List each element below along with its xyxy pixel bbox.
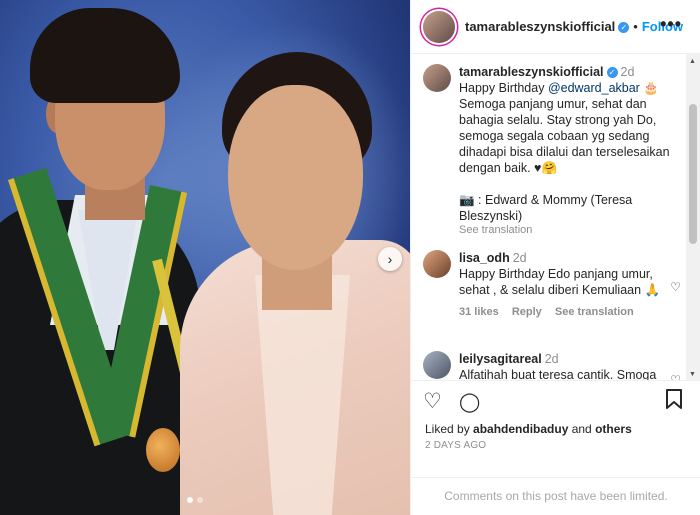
more-options-icon[interactable]: ••• — [660, 14, 682, 35]
author-avatar[interactable] — [423, 10, 455, 43]
comments-limited-notice: Comments on this post have been limited. — [411, 477, 700, 515]
comment-username[interactable]: lisa_odh — [459, 251, 510, 265]
comment-see-translation[interactable]: See translation — [555, 306, 634, 318]
post-photo[interactable]: › — [0, 0, 410, 515]
cake-emoji: 🎂 — [639, 81, 659, 95]
comment-time: 2d — [512, 251, 527, 265]
carousel-dots — [187, 497, 203, 503]
comment-time: 2d — [544, 352, 559, 366]
post-actions: ♡ ◯ — [411, 380, 700, 420]
caption: tamarableszynskiofficial ✓ 2d Happy Birthd… — [423, 64, 681, 236]
caption-mention[interactable]: @edward_akbar — [548, 81, 640, 95]
comment-bubble-icon[interactable]: ◯ — [459, 391, 480, 414]
caption-credit: 📷 : Edward & Mommy (Teresa Bleszynski) — [459, 193, 633, 223]
comment-username[interactable]: leilysagitareal — [459, 352, 542, 366]
verified-badge-icon: ✓ — [618, 22, 630, 33]
medal — [146, 428, 180, 472]
comment-reply-button[interactable]: Reply — [512, 306, 542, 318]
comments-scrollbar[interactable]: ▲ ▼ — [686, 54, 700, 380]
man-hair — [30, 8, 180, 103]
comment-text: Alfatihah buat teresa cantik. Smoga — [459, 368, 657, 380]
caption-avatar[interactable] — [423, 64, 451, 92]
comments-list[interactable]: tamarableszynskiofficial ✓ 2d Happy Birthd… — [411, 54, 687, 380]
comment-avatar[interactable] — [423, 351, 451, 379]
caption-time: 2d — [620, 65, 635, 79]
comment-like-heart-icon[interactable]: ♡ — [670, 373, 681, 380]
comment-likes-count[interactable]: 31 likes — [459, 306, 499, 318]
post-header: tamarableszynskiofficial ✓ • Follow ••• — [411, 0, 700, 54]
comment-item: lisa_odh 2d Happy Birthday Edo panjang um… — [423, 250, 681, 318]
scrollbar-thumb[interactable] — [689, 104, 697, 244]
caption-line1: Happy Birthday — [459, 81, 548, 95]
chevron-right-icon: › — [387, 251, 393, 267]
carousel-dot — [197, 497, 203, 503]
liked-by-prefix: Liked by — [425, 422, 474, 436]
carousel-dot-active — [187, 497, 193, 503]
caption-text: Semoga panjang umur, sehat dan bahagia s… — [459, 97, 670, 175]
woman-face — [228, 85, 363, 270]
comment-avatar[interactable] — [423, 250, 451, 278]
caption-see-translation[interactable]: See translation — [459, 224, 532, 236]
liked-by-and: and — [568, 422, 596, 436]
liked-by: Liked by abahdendibaduy and others — [425, 422, 632, 436]
next-image-button[interactable]: › — [378, 247, 402, 271]
verified-badge-icon: ✓ — [606, 67, 618, 78]
caption-username[interactable]: tamarableszynskiofficial — [459, 65, 604, 79]
author-username[interactable]: tamarableszynskiofficial — [465, 19, 615, 34]
comment-like-heart-icon[interactable]: ♡ — [670, 280, 681, 294]
scroll-up-arrow-icon[interactable]: ▲ — [689, 58, 696, 65]
post-side-panel: tamarableszynskiofficial ✓ • Follow ••• t… — [410, 0, 700, 515]
post-timestamp[interactable]: 2 DAYS AGO — [425, 440, 486, 451]
scroll-down-arrow-icon[interactable]: ▼ — [689, 371, 696, 378]
comment-text: Happy Birthday Edo panjang umur, sehat ,… — [459, 267, 661, 297]
liked-by-others[interactable]: others — [595, 422, 632, 436]
bookmark-icon[interactable] — [665, 389, 683, 415]
header-separator: • — [633, 19, 638, 34]
like-heart-icon[interactable]: ♡ — [423, 389, 442, 414]
comment-item: leilysagitareal 2d Alfatihah buat teresa … — [423, 351, 681, 380]
liked-by-user[interactable]: abahdendibaduy — [473, 422, 568, 436]
